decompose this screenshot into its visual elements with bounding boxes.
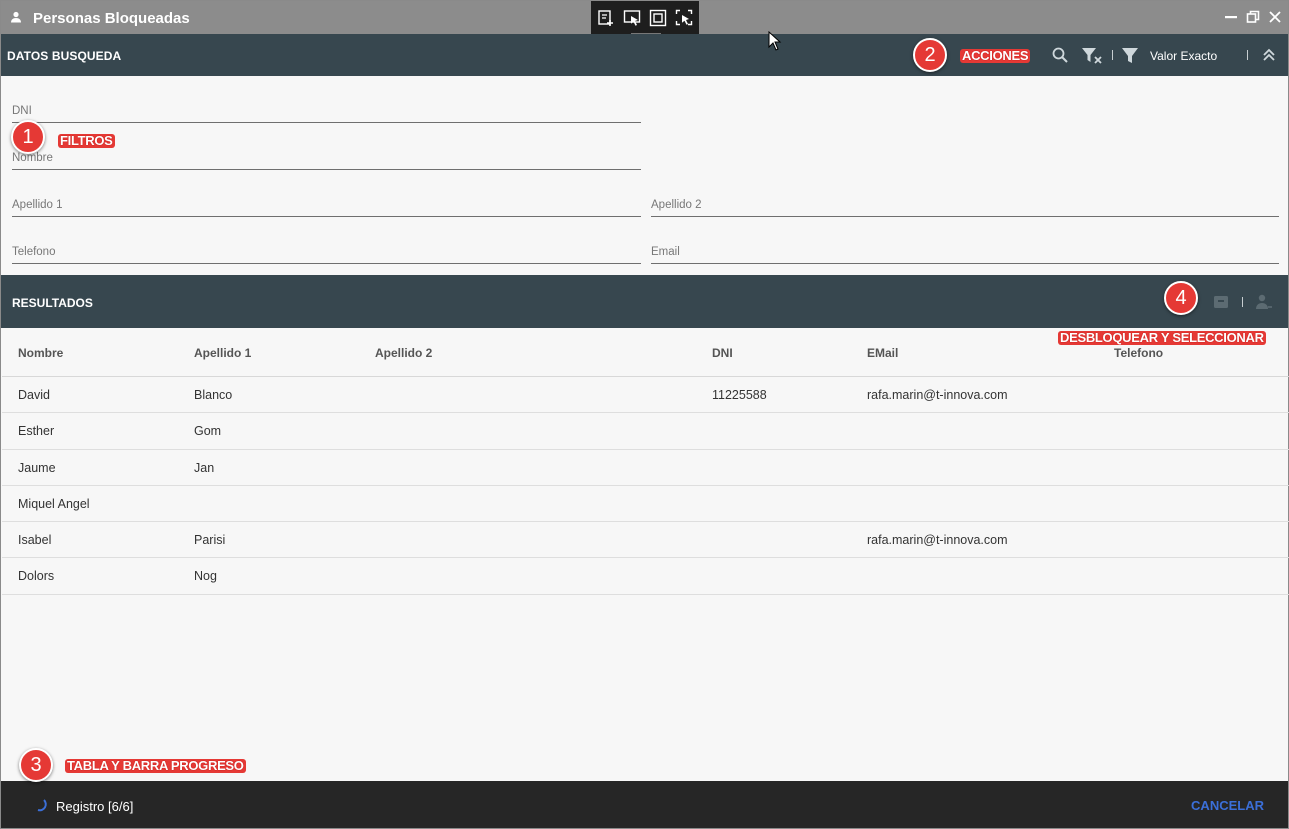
annotation-label: TABLA Y BARRA PROGRESO xyxy=(65,758,246,773)
column-header[interactable]: Apellido 1 xyxy=(194,346,251,360)
separator xyxy=(1112,50,1113,60)
archive-icon[interactable] xyxy=(1212,293,1230,311)
footer-bar: Registro [6/6] CANCELAR xyxy=(1,781,1288,828)
column-header[interactable]: Apellido 2 xyxy=(375,346,432,360)
nombre-label: Nombre xyxy=(12,152,53,164)
cell-nombre: Jaume xyxy=(18,460,56,475)
email-label: Email xyxy=(651,246,680,258)
results-header-title: RESULTADOS xyxy=(12,296,93,310)
annotation-badge: 4 xyxy=(1164,281,1198,315)
table-row[interactable]: David Blanco 11225588 rafa.marin@t-innov… xyxy=(2,377,1289,414)
person-icon xyxy=(11,11,21,23)
table-row[interactable]: Isabel Parisi rafa.marin@t-innova.com xyxy=(2,522,1289,559)
window-title: Personas Bloqueadas xyxy=(33,10,190,27)
new-capture-icon[interactable] xyxy=(597,9,615,27)
spinner-icon xyxy=(37,799,47,812)
cell-nombre: Isabel xyxy=(18,533,52,548)
filter-clear-icon[interactable] xyxy=(1081,46,1103,64)
cell-apellido1: Nog xyxy=(194,569,217,584)
dni-label: DNI xyxy=(12,105,32,117)
email-field[interactable]: Email xyxy=(651,234,1279,264)
fullscreen-capture-icon[interactable] xyxy=(649,9,667,27)
cell-email: rafa.marin@t-innova.com xyxy=(867,388,1008,402)
cell-apellido1: Jan xyxy=(194,460,215,475)
separator xyxy=(1242,297,1243,307)
chevron-double-up-icon[interactable] xyxy=(1260,46,1278,64)
telefono-label: Telefono xyxy=(12,246,56,258)
cell-apellido1: Gom xyxy=(194,424,222,439)
window: Personas Bloqueadas DATOS BUSQUEDA Valor… xyxy=(0,0,1289,829)
column-header[interactable]: Telefono xyxy=(1114,346,1163,360)
cell-nombre: Miquel Angel xyxy=(18,496,90,511)
apellido1-label: Apellido 1 xyxy=(12,199,63,211)
cell-nombre: Dolors xyxy=(18,569,55,584)
column-header[interactable]: DNI xyxy=(712,346,733,360)
annotation-badge: 1 xyxy=(11,120,45,154)
dni-field[interactable]: DNI xyxy=(12,93,641,123)
person-select-icon[interactable] xyxy=(1255,293,1273,311)
restore-icon[interactable] xyxy=(1246,10,1260,24)
cancel-button[interactable]: CANCELAR xyxy=(1191,798,1264,813)
cursor-icon xyxy=(768,31,782,51)
cell-apellido1: Blanco xyxy=(194,388,233,402)
window-controls xyxy=(1224,10,1282,24)
table-row[interactable]: Dolors Nog xyxy=(2,558,1289,595)
cell-nombre: Esther xyxy=(18,424,55,439)
cell-nombre: David xyxy=(18,388,50,402)
close-icon[interactable] xyxy=(1268,10,1282,24)
column-header[interactable]: EMail xyxy=(867,346,898,360)
results-table: Nombre Apellido 1 Apellido 2 DNI EMail T… xyxy=(2,328,1289,595)
region-capture-icon[interactable] xyxy=(623,9,641,27)
search-icon[interactable] xyxy=(1051,46,1069,64)
table-row[interactable]: Esther Gom xyxy=(2,413,1289,450)
exact-value-toggle[interactable]: Valor Exacto xyxy=(1150,49,1217,63)
table-row[interactable]: Miquel Angel xyxy=(2,486,1289,523)
search-header-title: DATOS BUSQUEDA xyxy=(7,49,122,63)
annotation-label: ACCIONES xyxy=(960,48,1031,63)
cell-email: rafa.marin@t-innova.com xyxy=(867,533,1008,548)
annotation-label: DESBLOQUEAR Y SELECCIONAR xyxy=(1058,330,1266,345)
search-header: DATOS BUSQUEDA Valor Exacto xyxy=(1,34,1288,76)
separator xyxy=(1247,50,1248,60)
minimize-icon[interactable] xyxy=(1224,10,1238,24)
annotation-badge: 3 xyxy=(19,748,53,782)
apellido1-field[interactable]: Apellido 1 xyxy=(12,187,641,217)
cell-dni: 11225588 xyxy=(712,388,767,402)
annotation-badge: 2 xyxy=(913,38,947,72)
table-row[interactable]: Jaume Jan xyxy=(2,450,1289,486)
column-header[interactable]: Nombre xyxy=(18,346,63,360)
apellido2-field[interactable]: Apellido 2 xyxy=(651,187,1279,217)
record-status: Registro [6/6] xyxy=(56,799,134,814)
telefono-field[interactable]: Telefono xyxy=(12,234,641,264)
filter-icon[interactable] xyxy=(1121,46,1139,64)
results-header: RESULTADOS xyxy=(1,275,1288,328)
cell-apellido1: Parisi xyxy=(194,533,226,548)
window-capture-icon[interactable] xyxy=(675,9,693,27)
apellido2-label: Apellido 2 xyxy=(651,199,702,211)
annotation-label: FILTROS xyxy=(58,133,115,148)
